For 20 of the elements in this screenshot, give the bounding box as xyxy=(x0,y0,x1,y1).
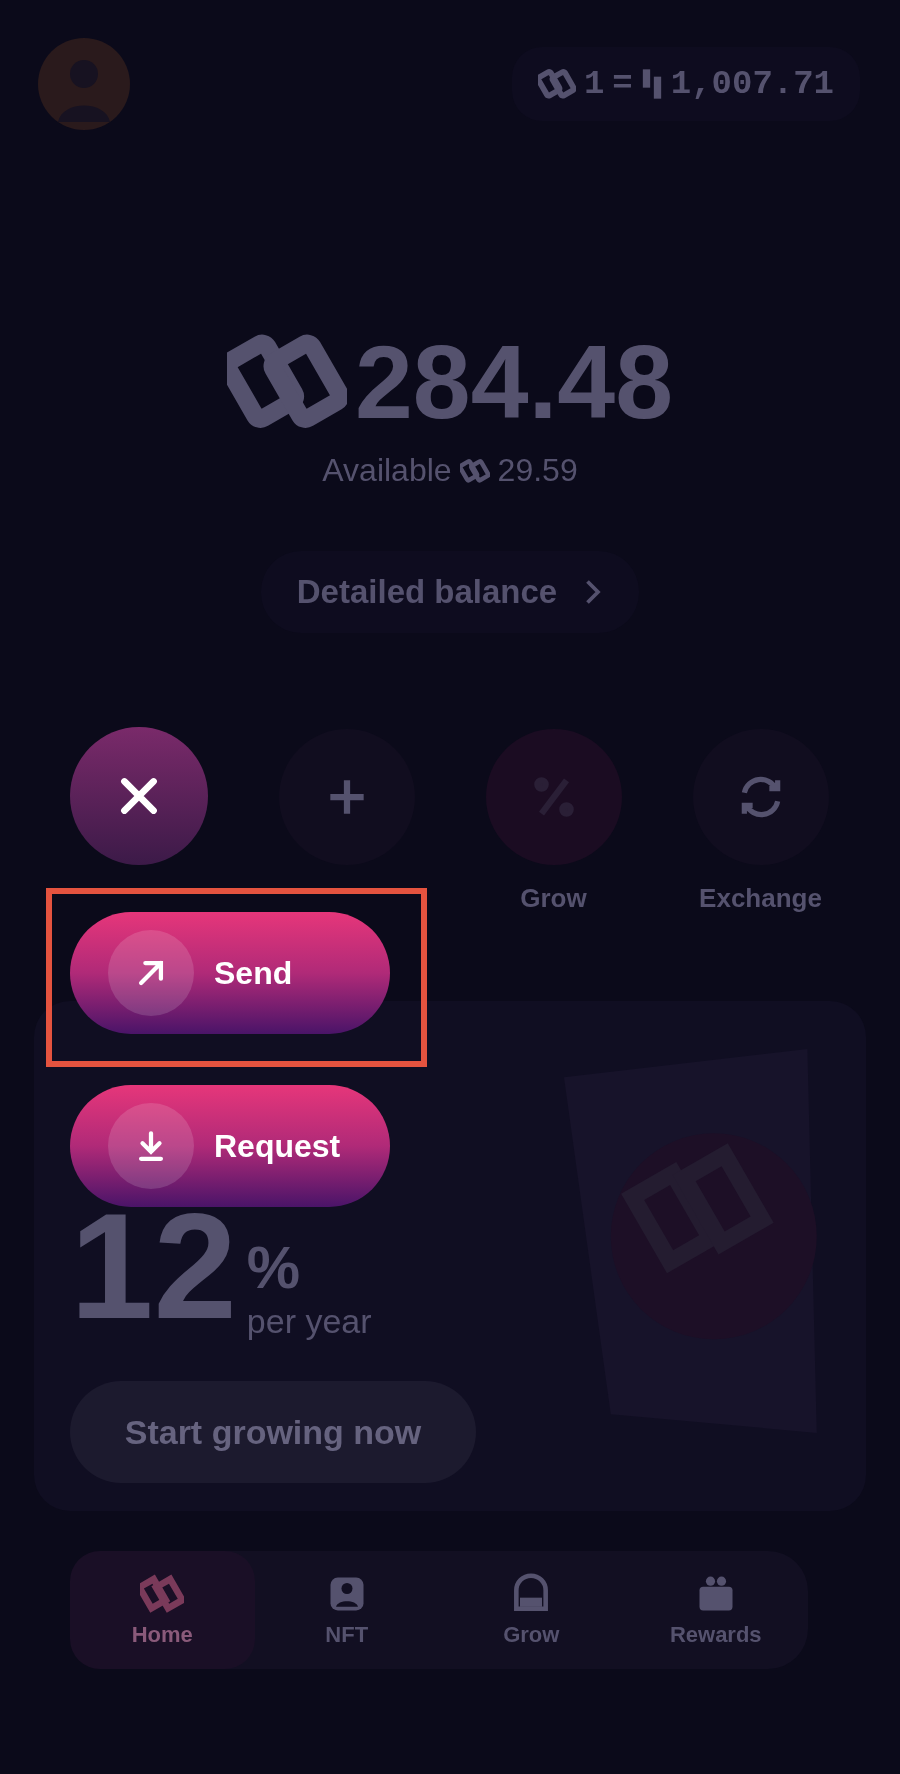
action-label: Exchange xyxy=(699,883,822,914)
nav-tab[interactable]: Rewards xyxy=(623,1551,808,1669)
action-label: Grow xyxy=(520,883,587,914)
rate-value: 1,007.71 xyxy=(670,65,834,103)
send-button[interactable]: Send xyxy=(70,912,390,1034)
balance-amount: 284.48 xyxy=(354,322,674,442)
available-label: Available xyxy=(322,452,452,489)
avatar[interactable] xyxy=(36,36,132,132)
equals-sign: = xyxy=(612,65,633,103)
rate-amount: 1 xyxy=(583,65,605,103)
nav-tab[interactable]: Home xyxy=(70,1551,255,1669)
request-button[interactable]: Request xyxy=(70,1085,390,1207)
rate-period: per year xyxy=(246,1302,372,1341)
nav-tab[interactable]: NFT xyxy=(254,1551,439,1669)
start-growing-button[interactable]: Start growing now xyxy=(70,1381,476,1483)
nav-tab[interactable]: Grow xyxy=(439,1551,624,1669)
available-amount: 29.59 xyxy=(497,452,578,489)
logo-icon xyxy=(140,1572,185,1616)
percent-sign: % xyxy=(246,1233,302,1302)
detailed-balance-button[interactable]: Detailed balance xyxy=(260,551,640,633)
